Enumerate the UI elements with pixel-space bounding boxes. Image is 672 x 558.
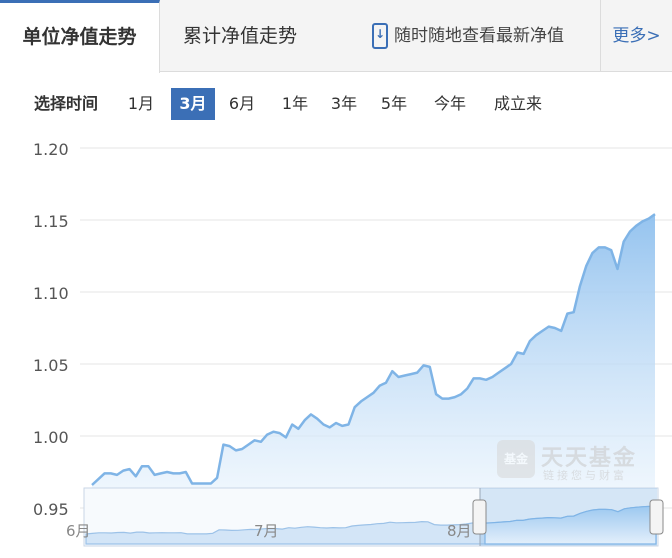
y-tick-label: 1.10 [33, 284, 69, 303]
x-tick-label: 7月 [254, 522, 279, 540]
y-tick-label: 1.05 [33, 356, 69, 375]
y-tick-label: 1.15 [33, 212, 69, 231]
navigator-right-handle[interactable] [649, 499, 664, 535]
y-tick-label: 0.95 [33, 500, 69, 519]
y-axis: 1.20 1.15 1.10 1.05 1.00 0.95 [33, 140, 69, 519]
x-tick-label: 6月 [66, 522, 91, 540]
navigator[interactable]: 6月 7月 8月 [66, 487, 664, 547]
watermark: 基金 天天基金 链接您与财富 [497, 440, 647, 482]
y-tick-label: 1.20 [33, 140, 69, 159]
y-tick-label: 1.00 [33, 428, 69, 447]
navigator-left-handle[interactable] [472, 499, 487, 535]
watermark-tagline: 链接您与财富 [543, 469, 627, 482]
x-tick-label: 8月 [447, 522, 472, 540]
watermark-logo: 基金 [497, 440, 535, 478]
